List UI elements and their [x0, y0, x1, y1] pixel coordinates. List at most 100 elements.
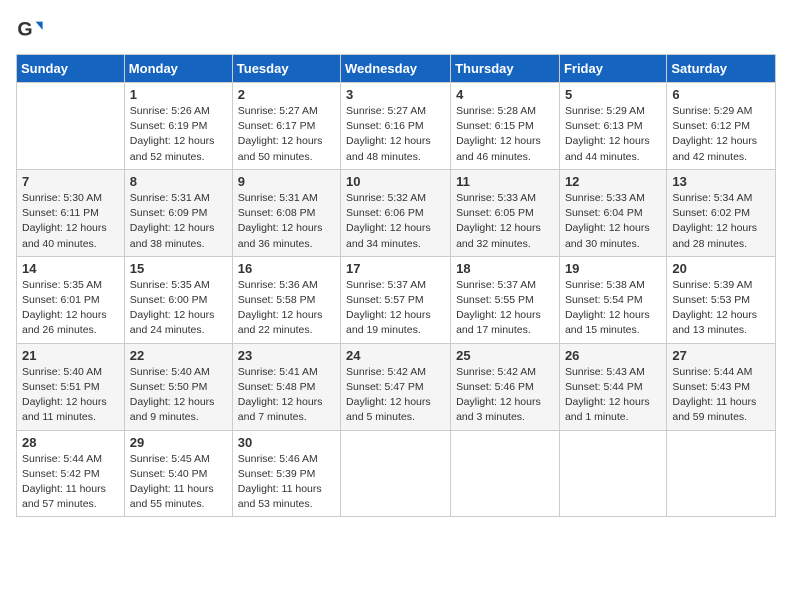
day-content: Sunrise: 5:35 AM Sunset: 6:01 PM Dayligh… [22, 278, 119, 339]
day-content: Sunrise: 5:27 AM Sunset: 6:16 PM Dayligh… [346, 104, 445, 165]
day-content: Sunrise: 5:38 AM Sunset: 5:54 PM Dayligh… [565, 278, 661, 339]
day-content: Sunrise: 5:31 AM Sunset: 6:08 PM Dayligh… [238, 191, 335, 252]
calendar-cell: 19 Sunrise: 5:38 AM Sunset: 5:54 PM Dayli… [559, 256, 666, 343]
day-content: Sunrise: 5:34 AM Sunset: 6:02 PM Dayligh… [672, 191, 770, 252]
day-content: Sunrise: 5:31 AM Sunset: 6:09 PM Dayligh… [130, 191, 227, 252]
calendar-cell: 27Sunrise: 5:44 AM Sunset: 5:43 PM Dayli… [667, 343, 776, 430]
calendar-cell [559, 430, 666, 517]
day-content: Sunrise: 5:33 AM Sunset: 6:04 PM Dayligh… [565, 191, 661, 252]
day-number: 15 [130, 261, 227, 276]
day-number: 1 [130, 87, 227, 102]
day-content: Sunrise: 5:45 AM Sunset: 5:40 PM Dayligh… [130, 452, 227, 513]
day-number: 13 [672, 174, 770, 189]
day-content: Sunrise: 5:29 AM Sunset: 6:12 PM Dayligh… [672, 104, 770, 165]
calendar-cell: 3 Sunrise: 5:27 AM Sunset: 6:16 PM Daylig… [341, 83, 451, 170]
header-friday: Friday [559, 55, 666, 83]
day-content: Sunrise: 5:43 AM Sunset: 5:44 PM Dayligh… [565, 365, 661, 426]
day-number: 22 [130, 348, 227, 363]
calendar-cell: 21 Sunrise: 5:40 AM Sunset: 5:51 PM Dayli… [17, 343, 125, 430]
calendar-week-4: 21 Sunrise: 5:40 AM Sunset: 5:51 PM Dayli… [17, 343, 776, 430]
header-wednesday: Wednesday [341, 55, 451, 83]
day-number: 6 [672, 87, 770, 102]
day-number: 25 [456, 348, 554, 363]
calendar-cell [17, 83, 125, 170]
calendar-cell: 23Sunrise: 5:41 AM Sunset: 5:48 PM Dayli… [232, 343, 340, 430]
day-number: 8 [130, 174, 227, 189]
calendar-cell: 12 Sunrise: 5:33 AM Sunset: 6:04 PM Dayli… [559, 169, 666, 256]
day-number: 3 [346, 87, 445, 102]
header-monday: Monday [124, 55, 232, 83]
day-number: 28 [22, 435, 119, 450]
calendar-cell: 2 Sunrise: 5:27 AM Sunset: 6:17 PM Daylig… [232, 83, 340, 170]
day-content: Sunrise: 5:37 AM Sunset: 5:57 PM Dayligh… [346, 278, 445, 339]
calendar-week-5: 28Sunrise: 5:44 AM Sunset: 5:42 PM Dayli… [17, 430, 776, 517]
day-content: Sunrise: 5:40 AM Sunset: 5:51 PM Dayligh… [22, 365, 119, 426]
calendar-cell: 17 Sunrise: 5:37 AM Sunset: 5:57 PM Dayli… [341, 256, 451, 343]
day-number: 24 [346, 348, 445, 363]
calendar-week-2: 7 Sunrise: 5:30 AM Sunset: 6:11 PM Daylig… [17, 169, 776, 256]
day-number: 16 [238, 261, 335, 276]
day-number: 17 [346, 261, 445, 276]
day-number: 29 [130, 435, 227, 450]
calendar-cell: 24 Sunrise: 5:42 AM Sunset: 5:47 PM Dayli… [341, 343, 451, 430]
day-content: Sunrise: 5:30 AM Sunset: 6:11 PM Dayligh… [22, 191, 119, 252]
calendar-cell: 26 Sunrise: 5:43 AM Sunset: 5:44 PM Dayli… [559, 343, 666, 430]
calendar-cell: 9 Sunrise: 5:31 AM Sunset: 6:08 PM Daylig… [232, 169, 340, 256]
calendar-cell: 30 Sunrise: 5:46 AM Sunset: 5:39 PM Dayli… [232, 430, 340, 517]
day-content: Sunrise: 5:32 AM Sunset: 6:06 PM Dayligh… [346, 191, 445, 252]
day-content: Sunrise: 5:28 AM Sunset: 6:15 PM Dayligh… [456, 104, 554, 165]
day-content: Sunrise: 5:44 AM Sunset: 5:43 PM Dayligh… [672, 365, 770, 426]
day-number: 2 [238, 87, 335, 102]
day-content: Sunrise: 5:46 AM Sunset: 5:39 PM Dayligh… [238, 452, 335, 513]
calendar-cell [667, 430, 776, 517]
day-content: Sunrise: 5:36 AM Sunset: 5:58 PM Dayligh… [238, 278, 335, 339]
calendar-cell: 1 Sunrise: 5:26 AM Sunset: 6:19 PM Daylig… [124, 83, 232, 170]
calendar-cell: 28Sunrise: 5:44 AM Sunset: 5:42 PM Dayli… [17, 430, 125, 517]
day-number: 7 [22, 174, 119, 189]
header-thursday: Thursday [451, 55, 560, 83]
calendar-cell: 4 Sunrise: 5:28 AM Sunset: 6:15 PM Daylig… [451, 83, 560, 170]
day-number: 30 [238, 435, 335, 450]
calendar-week-3: 14Sunrise: 5:35 AM Sunset: 6:01 PM Dayli… [17, 256, 776, 343]
day-content: Sunrise: 5:29 AM Sunset: 6:13 PM Dayligh… [565, 104, 661, 165]
day-number: 9 [238, 174, 335, 189]
calendar-cell [451, 430, 560, 517]
day-content: Sunrise: 5:41 AM Sunset: 5:48 PM Dayligh… [238, 365, 335, 426]
calendar-cell: 10Sunrise: 5:32 AM Sunset: 6:06 PM Dayli… [341, 169, 451, 256]
calendar-cell: 22 Sunrise: 5:40 AM Sunset: 5:50 PM Dayli… [124, 343, 232, 430]
calendar-cell: 15 Sunrise: 5:35 AM Sunset: 6:00 PM Dayli… [124, 256, 232, 343]
calendar-cell [341, 430, 451, 517]
day-content: Sunrise: 5:40 AM Sunset: 5:50 PM Dayligh… [130, 365, 227, 426]
calendar-cell: 20Sunrise: 5:39 AM Sunset: 5:53 PM Dayli… [667, 256, 776, 343]
day-content: Sunrise: 5:37 AM Sunset: 5:55 PM Dayligh… [456, 278, 554, 339]
day-number: 11 [456, 174, 554, 189]
day-content: Sunrise: 5:26 AM Sunset: 6:19 PM Dayligh… [130, 104, 227, 165]
calendar-week-1: 1 Sunrise: 5:26 AM Sunset: 6:19 PM Daylig… [17, 83, 776, 170]
day-number: 4 [456, 87, 554, 102]
page-header: G [16, 16, 776, 44]
calendar-cell: 6 Sunrise: 5:29 AM Sunset: 6:12 PM Daylig… [667, 83, 776, 170]
calendar-cell: 13 Sunrise: 5:34 AM Sunset: 6:02 PM Dayli… [667, 169, 776, 256]
calendar-table: SundayMondayTuesdayWednesdayThursdayFrid… [16, 54, 776, 517]
day-number: 18 [456, 261, 554, 276]
day-number: 12 [565, 174, 661, 189]
day-content: Sunrise: 5:39 AM Sunset: 5:53 PM Dayligh… [672, 278, 770, 339]
day-content: Sunrise: 5:33 AM Sunset: 6:05 PM Dayligh… [456, 191, 554, 252]
calendar-cell: 14Sunrise: 5:35 AM Sunset: 6:01 PM Dayli… [17, 256, 125, 343]
logo: G [16, 16, 48, 44]
calendar-header-row: SundayMondayTuesdayWednesdayThursdayFrid… [17, 55, 776, 83]
header-tuesday: Tuesday [232, 55, 340, 83]
day-content: Sunrise: 5:42 AM Sunset: 5:47 PM Dayligh… [346, 365, 445, 426]
day-content: Sunrise: 5:42 AM Sunset: 5:46 PM Dayligh… [456, 365, 554, 426]
day-number: 5 [565, 87, 661, 102]
day-number: 26 [565, 348, 661, 363]
day-number: 19 [565, 261, 661, 276]
calendar-cell: 16 Sunrise: 5:36 AM Sunset: 5:58 PM Dayli… [232, 256, 340, 343]
day-number: 21 [22, 348, 119, 363]
calendar-cell: 11 Sunrise: 5:33 AM Sunset: 6:05 PM Dayli… [451, 169, 560, 256]
calendar-cell: 7 Sunrise: 5:30 AM Sunset: 6:11 PM Daylig… [17, 169, 125, 256]
calendar-cell: 8 Sunrise: 5:31 AM Sunset: 6:09 PM Daylig… [124, 169, 232, 256]
calendar-cell: 5 Sunrise: 5:29 AM Sunset: 6:13 PM Daylig… [559, 83, 666, 170]
day-content: Sunrise: 5:27 AM Sunset: 6:17 PM Dayligh… [238, 104, 335, 165]
day-content: Sunrise: 5:35 AM Sunset: 6:00 PM Dayligh… [130, 278, 227, 339]
